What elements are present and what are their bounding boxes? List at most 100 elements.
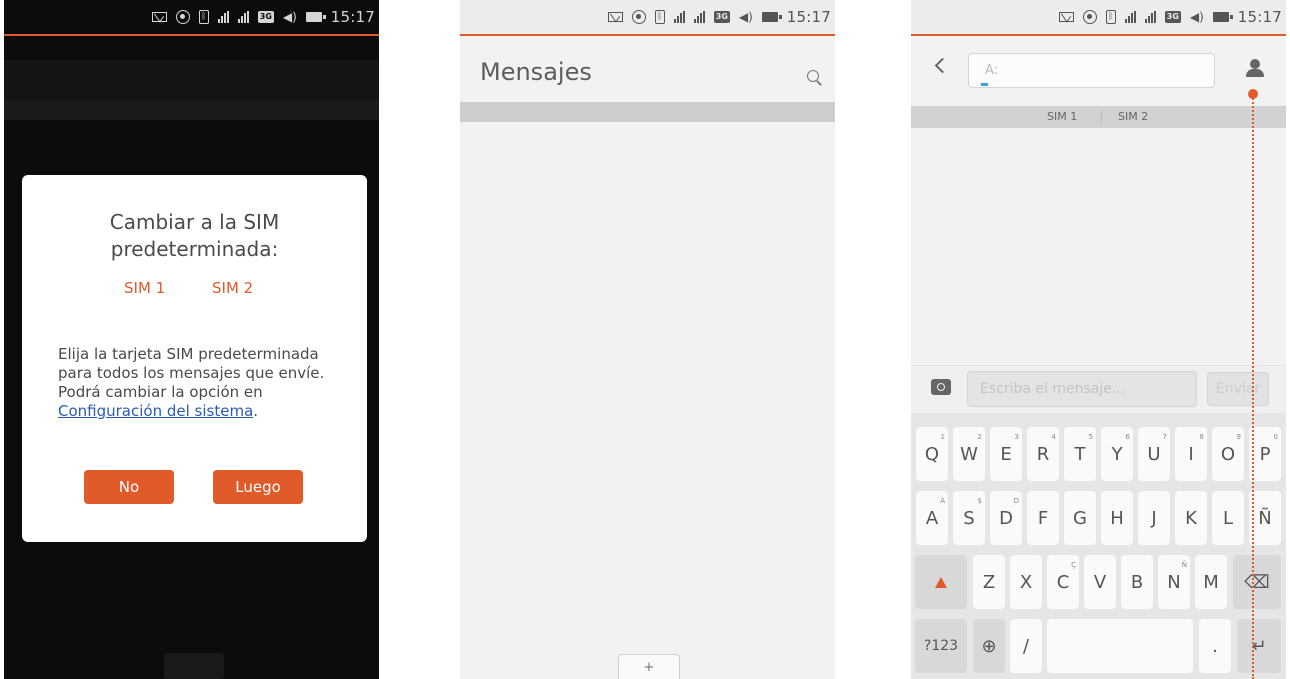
key-s[interactable]: S $ xyxy=(953,491,985,545)
key-h[interactable]: H xyxy=(1101,491,1133,545)
signal-icon xyxy=(237,11,249,23)
key-u-label: U xyxy=(1147,443,1161,465)
compose-bar: Escriba el mensaje... Enviar xyxy=(911,365,1286,414)
key-m[interactable]: M xyxy=(1195,555,1227,609)
message-placeholder: Escriba el mensaje... xyxy=(980,381,1126,397)
key-k-label: K xyxy=(1185,507,1197,529)
period-key[interactable]: . xyxy=(1199,619,1231,673)
signal-icon xyxy=(693,11,705,23)
message-input[interactable]: Escriba el mensaje... xyxy=(967,371,1197,407)
key-a-label: A xyxy=(925,507,939,529)
key-k[interactable]: K xyxy=(1175,491,1207,545)
sim-selection-dialog: Cambiar a la SIM predeterminada: SIM 1 S… xyxy=(22,175,367,542)
3g-icon: 3G xyxy=(257,11,274,23)
key-z[interactable]: Z xyxy=(973,555,1005,609)
sim1-option[interactable]: SIM 1 xyxy=(124,279,165,297)
annotation-dot xyxy=(1248,89,1258,99)
key-z-label: Z xyxy=(982,571,996,593)
key-s-label: S xyxy=(963,507,975,529)
send-button[interactable]: Enviar xyxy=(1207,372,1269,406)
shift-icon xyxy=(935,576,947,588)
page-title: Mensajes xyxy=(480,58,592,86)
search-icon[interactable] xyxy=(807,70,819,82)
clock: 15:17 xyxy=(330,8,375,26)
backspace-icon: ⌫ xyxy=(1244,571,1270,593)
language-key[interactable]: ⊕ xyxy=(973,619,1005,673)
signal-icon xyxy=(217,11,229,23)
key-i[interactable]: I8 xyxy=(1175,427,1207,481)
shift-key[interactable] xyxy=(915,555,967,609)
key-y[interactable]: Y6 xyxy=(1101,427,1133,481)
key-e-label: E xyxy=(1000,443,1012,465)
battery-charging-icon xyxy=(761,12,782,22)
slash-key-label: / xyxy=(1022,635,1030,657)
period-key-label: . xyxy=(1212,635,1218,657)
system-settings-link[interactable]: Configuración del sistema xyxy=(58,402,253,420)
enter-key[interactable]: ↵ xyxy=(1237,619,1281,673)
envelope-icon xyxy=(1058,12,1074,22)
camera-icon[interactable] xyxy=(931,379,951,395)
key-v[interactable]: V xyxy=(1084,555,1116,609)
slash-key[interactable]: / xyxy=(1010,619,1042,673)
symbols-key[interactable]: ?123 xyxy=(915,619,967,673)
clock: 15:17 xyxy=(1237,8,1282,26)
key-q[interactable]: Q1 xyxy=(916,427,948,481)
key-c-label: C xyxy=(1056,571,1070,593)
status-bar: ᛒ 3G ◀) 15:17 xyxy=(460,0,835,36)
key-j[interactable]: J xyxy=(1138,491,1170,545)
key-f-label: F xyxy=(1037,507,1049,529)
key-n[interactable]: NÑ xyxy=(1158,555,1190,609)
key-d[interactable]: DD xyxy=(990,491,1022,545)
recipient-field[interactable]: A: xyxy=(968,53,1215,88)
key-r-hint: 4 xyxy=(1051,433,1056,441)
volume-icon: ◀) xyxy=(1189,10,1204,24)
signal-icon xyxy=(673,11,685,23)
key-g[interactable]: G xyxy=(1064,491,1096,545)
key-c-hint: Ç xyxy=(1071,561,1076,569)
back-icon[interactable] xyxy=(934,57,951,74)
key-x-label: X xyxy=(1019,571,1033,593)
sim1-tab[interactable]: SIM 1 xyxy=(1047,110,1077,123)
later-button[interactable]: Luego xyxy=(213,470,303,504)
space-key[interactable] xyxy=(1047,619,1193,673)
contact-icon[interactable] xyxy=(1244,57,1266,79)
phone-screen-messages: ᛒ 3G ◀) 15:17 Mensajes + xyxy=(460,0,835,679)
symbols-key-label: ?123 xyxy=(923,638,959,654)
key-y-label: Y xyxy=(1111,443,1123,465)
key-n-hint: Ñ xyxy=(1181,561,1187,569)
key-w[interactable]: W2 xyxy=(953,427,985,481)
location-icon xyxy=(1082,10,1097,24)
key-r[interactable]: R4 xyxy=(1027,427,1059,481)
phone-screen-compose: ᛒ 3G ◀) 15:17 A: SIM 1 SIM 2 Escriba el … xyxy=(911,0,1286,679)
key-ñ-label: Ñ xyxy=(1258,507,1272,529)
bluetooth-icon: ᛒ xyxy=(1105,10,1116,24)
key-x[interactable]: X xyxy=(1010,555,1042,609)
status-bar: ᛒ 3G ◀) 15:17 xyxy=(4,0,379,36)
new-message-button[interactable]: + xyxy=(618,654,680,679)
no-button[interactable]: No xyxy=(84,470,174,504)
key-t-hint: 5 xyxy=(1088,433,1093,441)
location-icon xyxy=(631,10,646,24)
sim2-option[interactable]: SIM 2 xyxy=(212,279,253,297)
sim2-tab[interactable]: SIM 2 xyxy=(1118,110,1148,123)
dialog-body-text: Elija la tarjeta SIM predeterminada para… xyxy=(58,345,325,401)
key-o-label: O xyxy=(1220,443,1236,465)
key-n-label: N xyxy=(1167,571,1181,593)
annotation-line xyxy=(1252,95,1254,679)
key-o[interactable]: O9 xyxy=(1212,427,1244,481)
key-t[interactable]: T5 xyxy=(1064,427,1096,481)
key-e[interactable]: E3 xyxy=(990,427,1022,481)
key-b[interactable]: B xyxy=(1121,555,1153,609)
dimmed-header xyxy=(4,60,379,100)
key-b-label: B xyxy=(1130,571,1144,593)
key-l[interactable]: L xyxy=(1212,491,1244,545)
envelope-icon xyxy=(607,12,623,22)
sim-selector-bar: SIM 1 SIM 2 xyxy=(911,106,1286,128)
key-u[interactable]: U7 xyxy=(1138,427,1170,481)
key-f[interactable]: F xyxy=(1027,491,1059,545)
key-c[interactable]: CÇ xyxy=(1047,555,1079,609)
key-u-hint: 7 xyxy=(1162,433,1167,441)
key-g-label: G xyxy=(1073,507,1087,529)
backspace-key[interactable]: ⌫ xyxy=(1233,555,1281,609)
key-a[interactable]: AÀ xyxy=(916,491,948,545)
